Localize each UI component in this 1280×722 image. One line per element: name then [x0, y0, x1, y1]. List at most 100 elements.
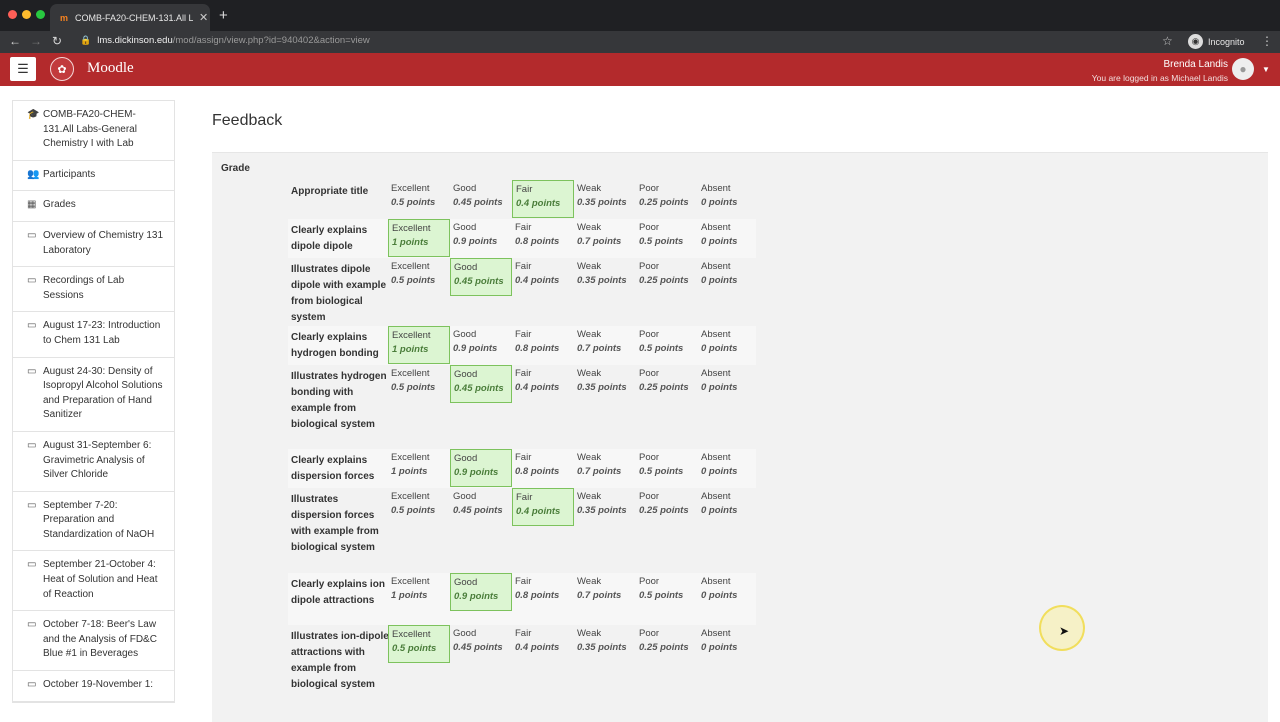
rubric-level-poor[interactable]: Poor 0.25 points — [636, 488, 698, 526]
level-name: Fair — [515, 261, 532, 272]
level-points: 1 points — [392, 237, 429, 248]
rubric-level-fair[interactable]: Fair 0.4 points — [512, 180, 574, 218]
rubric-level-weak[interactable]: Weak 0.35 points — [574, 625, 636, 663]
rubric-level-weak[interactable]: Weak 0.35 points — [574, 180, 636, 218]
rubric-level-absent[interactable]: Absent 0 points — [698, 326, 760, 364]
rubric-level-weak[interactable]: Weak 0.7 points — [574, 219, 636, 257]
level-name: Good — [454, 577, 478, 588]
rubric-level-good[interactable]: Good 0.45 points — [450, 488, 512, 526]
sidebar-item[interactable]: ▭ Recordings of Lab Sessions — [13, 267, 174, 313]
criterion-name: Clearly explains dipole dipole — [291, 225, 368, 252]
sidebar-item[interactable]: ▭ September 21-October 4: Heat of Solutio… — [13, 551, 174, 612]
rubric-level-fair[interactable]: Fair 0.8 points — [512, 326, 574, 364]
menu-toggle-button[interactable]: ☰ — [10, 57, 36, 81]
url-field[interactable]: 🔒 lms.dickinson.edu/mod/assign/view.php?… — [80, 35, 370, 46]
rubric-level-absent[interactable]: Absent 0 points — [698, 219, 760, 257]
rubric-level-good[interactable]: Good 0.9 points — [450, 449, 512, 487]
rubric-level-excellent[interactable]: Excellent 0.5 points — [388, 625, 450, 663]
maximize-window-button[interactable] — [36, 10, 45, 19]
rubric-level-absent[interactable]: Absent 0 points — [698, 180, 760, 218]
rubric-level-poor[interactable]: Poor 0.25 points — [636, 365, 698, 403]
rubric-level-excellent[interactable]: Excellent 1 points — [388, 449, 450, 487]
rubric-level-poor[interactable]: Poor 0.5 points — [636, 449, 698, 487]
level-points: 1 points — [391, 466, 428, 477]
forward-icon[interactable]: → — [30, 34, 42, 48]
rubric-level-poor[interactable]: Poor 0.5 points — [636, 573, 698, 611]
sidebar-item[interactable]: ▦ Grades — [13, 191, 174, 222]
rubric-level-excellent[interactable]: Excellent 1 points — [388, 573, 450, 611]
rubric-level-weak[interactable]: Weak 0.35 points — [574, 365, 636, 403]
level-points: 0 points — [701, 236, 738, 247]
sidebar-item[interactable]: ▭ Overview of Chemistry 131 Laboratory — [13, 222, 174, 268]
rubric-level-poor[interactable]: Poor 0.5 points — [636, 219, 698, 257]
reload-icon[interactable]: ↻ — [52, 34, 62, 48]
level-name: Good — [453, 222, 477, 233]
rubric-level-absent[interactable]: Absent 0 points — [698, 488, 760, 526]
rubric-level-weak[interactable]: Weak 0.7 points — [574, 326, 636, 364]
rubric-level-excellent[interactable]: Excellent 1 points — [388, 219, 450, 257]
user-menu-caret-icon[interactable]: ▼ — [1262, 65, 1270, 74]
bookmark-star-icon[interactable]: ☆ — [1162, 34, 1173, 48]
level-name: Fair — [515, 329, 532, 340]
browser-menu-icon[interactable]: ⋮ — [1261, 34, 1273, 48]
rubric-level-fair[interactable]: Fair 0.4 points — [512, 258, 574, 296]
college-seal-logo[interactable]: ✿ — [50, 57, 74, 81]
sidebar-item[interactable]: ▭ August 31-September 6: Gravimetric Anal… — [13, 432, 174, 492]
rubric-level-absent[interactable]: Absent 0 points — [698, 573, 760, 611]
incognito-indicator[interactable]: ◉ Incognito — [1188, 34, 1245, 49]
level-points: 0.5 points — [392, 643, 437, 654]
moodle-header: ☰ ✿ Moodle Brenda Landis You are logged … — [0, 53, 1280, 86]
rubric-level-good[interactable]: Good 0.45 points — [450, 258, 512, 296]
rubric-level-absent[interactable]: Absent 0 points — [698, 625, 760, 663]
site-brand[interactable]: Moodle — [87, 60, 134, 77]
sidebar-item[interactable]: 🎓 COMB-FA20-CHEM-131.All Labs-General Che… — [13, 101, 174, 161]
rubric-level-fair[interactable]: Fair 0.8 points — [512, 219, 574, 257]
rubric-level-excellent[interactable]: Excellent 0.5 points — [388, 488, 450, 526]
browser-tab[interactable]: m COMB-FA20-CHEM-131.All Lab ✕ — [50, 4, 210, 31]
rubric-level-excellent[interactable]: Excellent 0.5 points — [388, 180, 450, 218]
rubric-level-poor[interactable]: Poor 0.25 points — [636, 625, 698, 663]
sidebar-item[interactable]: ▭ September 7-20: Preparation and Standar… — [13, 492, 174, 552]
close-window-button[interactable] — [8, 10, 17, 19]
sidebar-item[interactable]: ▭ October 7-18: Beer's Law and the Analys… — [13, 611, 174, 672]
rubric-level-poor[interactable]: Poor 0.5 points — [636, 326, 698, 364]
new-tab-icon[interactable]: + — [219, 7, 228, 24]
level-name: Absent — [701, 491, 731, 502]
rubric-level-good[interactable]: Good 0.45 points — [450, 625, 512, 663]
rubric-level-absent[interactable]: Absent 0 points — [698, 449, 760, 487]
rubric-level-good[interactable]: Good 0.9 points — [450, 219, 512, 257]
rubric-level-good[interactable]: Good 0.45 points — [450, 365, 512, 403]
avatar[interactable]: ● — [1232, 58, 1254, 80]
level-points: 0 points — [701, 590, 738, 601]
rubric-level-fair[interactable]: Fair 0.8 points — [512, 449, 574, 487]
rubric-level-poor[interactable]: Poor 0.25 points — [636, 180, 698, 218]
rubric-level-fair[interactable]: Fair 0.4 points — [512, 365, 574, 403]
rubric-level-excellent[interactable]: Excellent 1 points — [388, 326, 450, 364]
rubric-level-good[interactable]: Good 0.9 points — [450, 573, 512, 611]
rubric-level-fair[interactable]: Fair 0.4 points — [512, 625, 574, 663]
rubric-level-excellent[interactable]: Excellent 0.5 points — [388, 258, 450, 296]
rubric-level-excellent[interactable]: Excellent 0.5 points — [388, 365, 450, 403]
rubric-level-good[interactable]: Good 0.9 points — [450, 326, 512, 364]
user-name[interactable]: Brenda Landis — [1164, 59, 1229, 70]
back-icon[interactable]: ← — [9, 34, 21, 48]
rubric-level-poor[interactable]: Poor 0.25 points — [636, 258, 698, 296]
rubric-level-weak[interactable]: Weak 0.35 points — [574, 488, 636, 526]
rubric-level-fair[interactable]: Fair 0.8 points — [512, 573, 574, 611]
rubric-level-absent[interactable]: Absent 0 points — [698, 365, 760, 403]
rubric-level-fair[interactable]: Fair 0.4 points — [512, 488, 574, 526]
rubric-level-weak[interactable]: Weak 0.35 points — [574, 258, 636, 296]
close-tab-icon[interactable]: ✕ — [199, 11, 208, 24]
sidebar-item[interactable]: 👥 Participants — [13, 161, 174, 192]
moodle-favicon-icon: m — [60, 12, 69, 23]
rubric-level-weak[interactable]: Weak 0.7 points — [574, 449, 636, 487]
rubric-level-weak[interactable]: Weak 0.7 points — [574, 573, 636, 611]
sidebar-item[interactable]: ▭ August 17-23: Introduction to Chem 131 … — [13, 312, 174, 358]
rubric-level-good[interactable]: Good 0.45 points — [450, 180, 512, 218]
sidebar-item[interactable]: ▭ October 19-November 1: — [13, 671, 174, 702]
minimize-window-button[interactable] — [22, 10, 31, 19]
folder-icon: ▭ — [27, 619, 37, 631]
folder-icon: ▭ — [27, 365, 37, 377]
sidebar-item[interactable]: ▭ August 24-30: Density of Isopropyl Alco… — [13, 358, 174, 432]
rubric-level-absent[interactable]: Absent 0 points — [698, 258, 760, 296]
